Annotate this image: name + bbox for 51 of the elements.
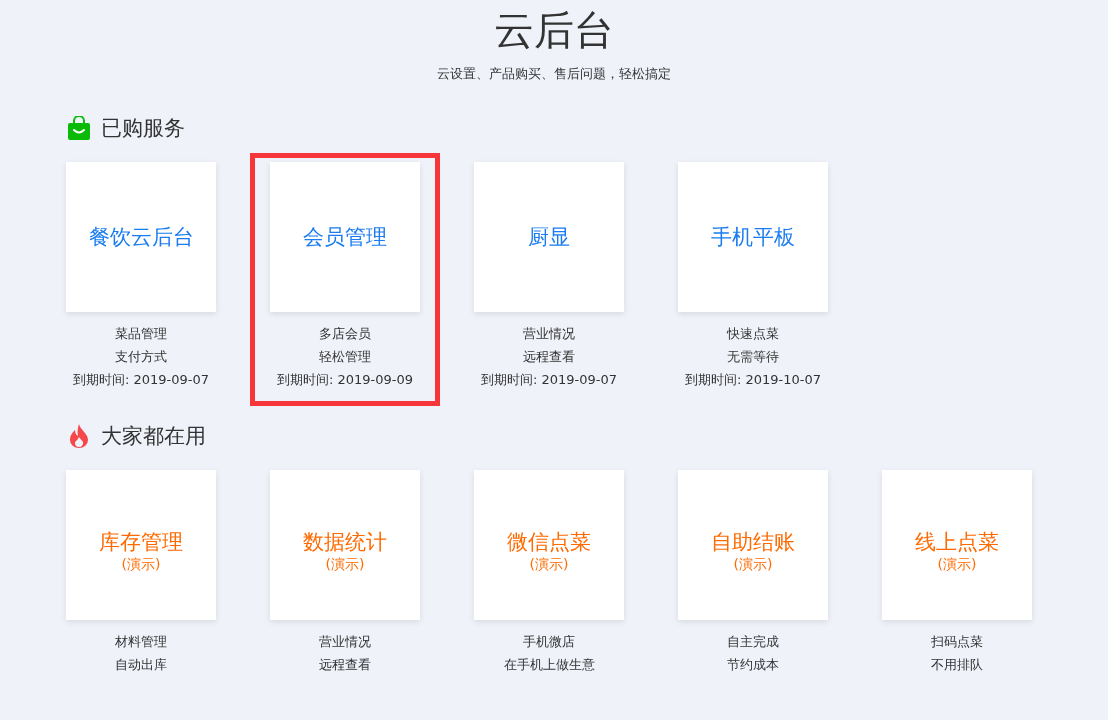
feature-text: 材料管理 xyxy=(115,633,167,651)
tile-title: 手机平板 xyxy=(711,224,795,250)
tile-title: 餐饮云后台 xyxy=(88,224,194,250)
demo-label: (演示) xyxy=(325,555,365,573)
feature-text: 快速点菜 xyxy=(727,325,779,343)
tile-title: 微信点菜 xyxy=(507,529,591,555)
feature-text: 远程查看 xyxy=(319,656,371,674)
flame-icon xyxy=(68,424,90,448)
feature-text: 在手机上做生意 xyxy=(503,656,595,674)
service-tile[interactable]: 库存管理 (演示) xyxy=(66,470,216,620)
shopping-bag-icon xyxy=(68,116,90,140)
service-tile[interactable]: 自助结账 (演示) xyxy=(678,470,828,620)
feature-text: 支付方式 xyxy=(115,348,167,366)
service-tile[interactable]: 微信点菜 (演示) xyxy=(474,470,624,620)
tile-title: 会员管理 xyxy=(303,224,387,250)
demo-label: (演示) xyxy=(529,555,569,573)
page-title: 云后台 xyxy=(493,6,615,54)
feature-text: 节约成本 xyxy=(727,656,779,674)
demo-label: (演示) xyxy=(937,555,977,573)
service-tile[interactable]: 线上点菜 (演示) xyxy=(882,470,1032,620)
demo-label: (演示) xyxy=(121,555,161,573)
feature-text: 营业情况 xyxy=(319,633,371,651)
feature-text: 扫码点菜 xyxy=(931,633,983,651)
service-tile[interactable]: 手机平板 xyxy=(678,162,828,312)
feature-text: 自主完成 xyxy=(727,633,779,651)
service-tile[interactable]: 餐饮云后台 xyxy=(66,162,216,312)
feature-text: 无需等待 xyxy=(727,348,779,366)
service-tile[interactable]: 会员管理 xyxy=(270,162,420,312)
expiry-date: 到期时间: 2019-09-07 xyxy=(480,371,618,389)
section-title: 大家都在用 xyxy=(101,423,206,450)
tile-title: 库存管理 xyxy=(99,529,183,555)
feature-text: 轻松管理 xyxy=(319,348,371,366)
expiry-date: 到期时间: 2019-10-07 xyxy=(684,371,822,389)
section-title: 已购服务 xyxy=(101,115,185,142)
expiry-date: 到期时间: 2019-09-09 xyxy=(276,371,414,389)
tile-title: 厨显 xyxy=(528,224,570,250)
expiry-date: 到期时间: 2019-09-07 xyxy=(72,371,210,389)
service-tile[interactable]: 数据统计 (演示) xyxy=(270,470,420,620)
page-subtitle: 云设置、产品购买、售后问题，轻松搞定 xyxy=(436,65,672,83)
tile-title: 线上点菜 xyxy=(915,529,999,555)
feature-text: 菜品管理 xyxy=(115,325,167,343)
demo-label: (演示) xyxy=(733,555,773,573)
feature-text: 不用排队 xyxy=(931,656,983,674)
feature-text: 手机微店 xyxy=(523,633,575,651)
feature-text: 营业情况 xyxy=(523,325,575,343)
tile-title: 自助结账 xyxy=(711,529,795,555)
feature-text: 远程查看 xyxy=(523,348,575,366)
service-tile[interactable]: 厨显 xyxy=(474,162,624,312)
feature-text: 多店会员 xyxy=(319,325,371,343)
tile-title: 数据统计 xyxy=(303,529,387,555)
feature-text: 自动出库 xyxy=(115,656,167,674)
